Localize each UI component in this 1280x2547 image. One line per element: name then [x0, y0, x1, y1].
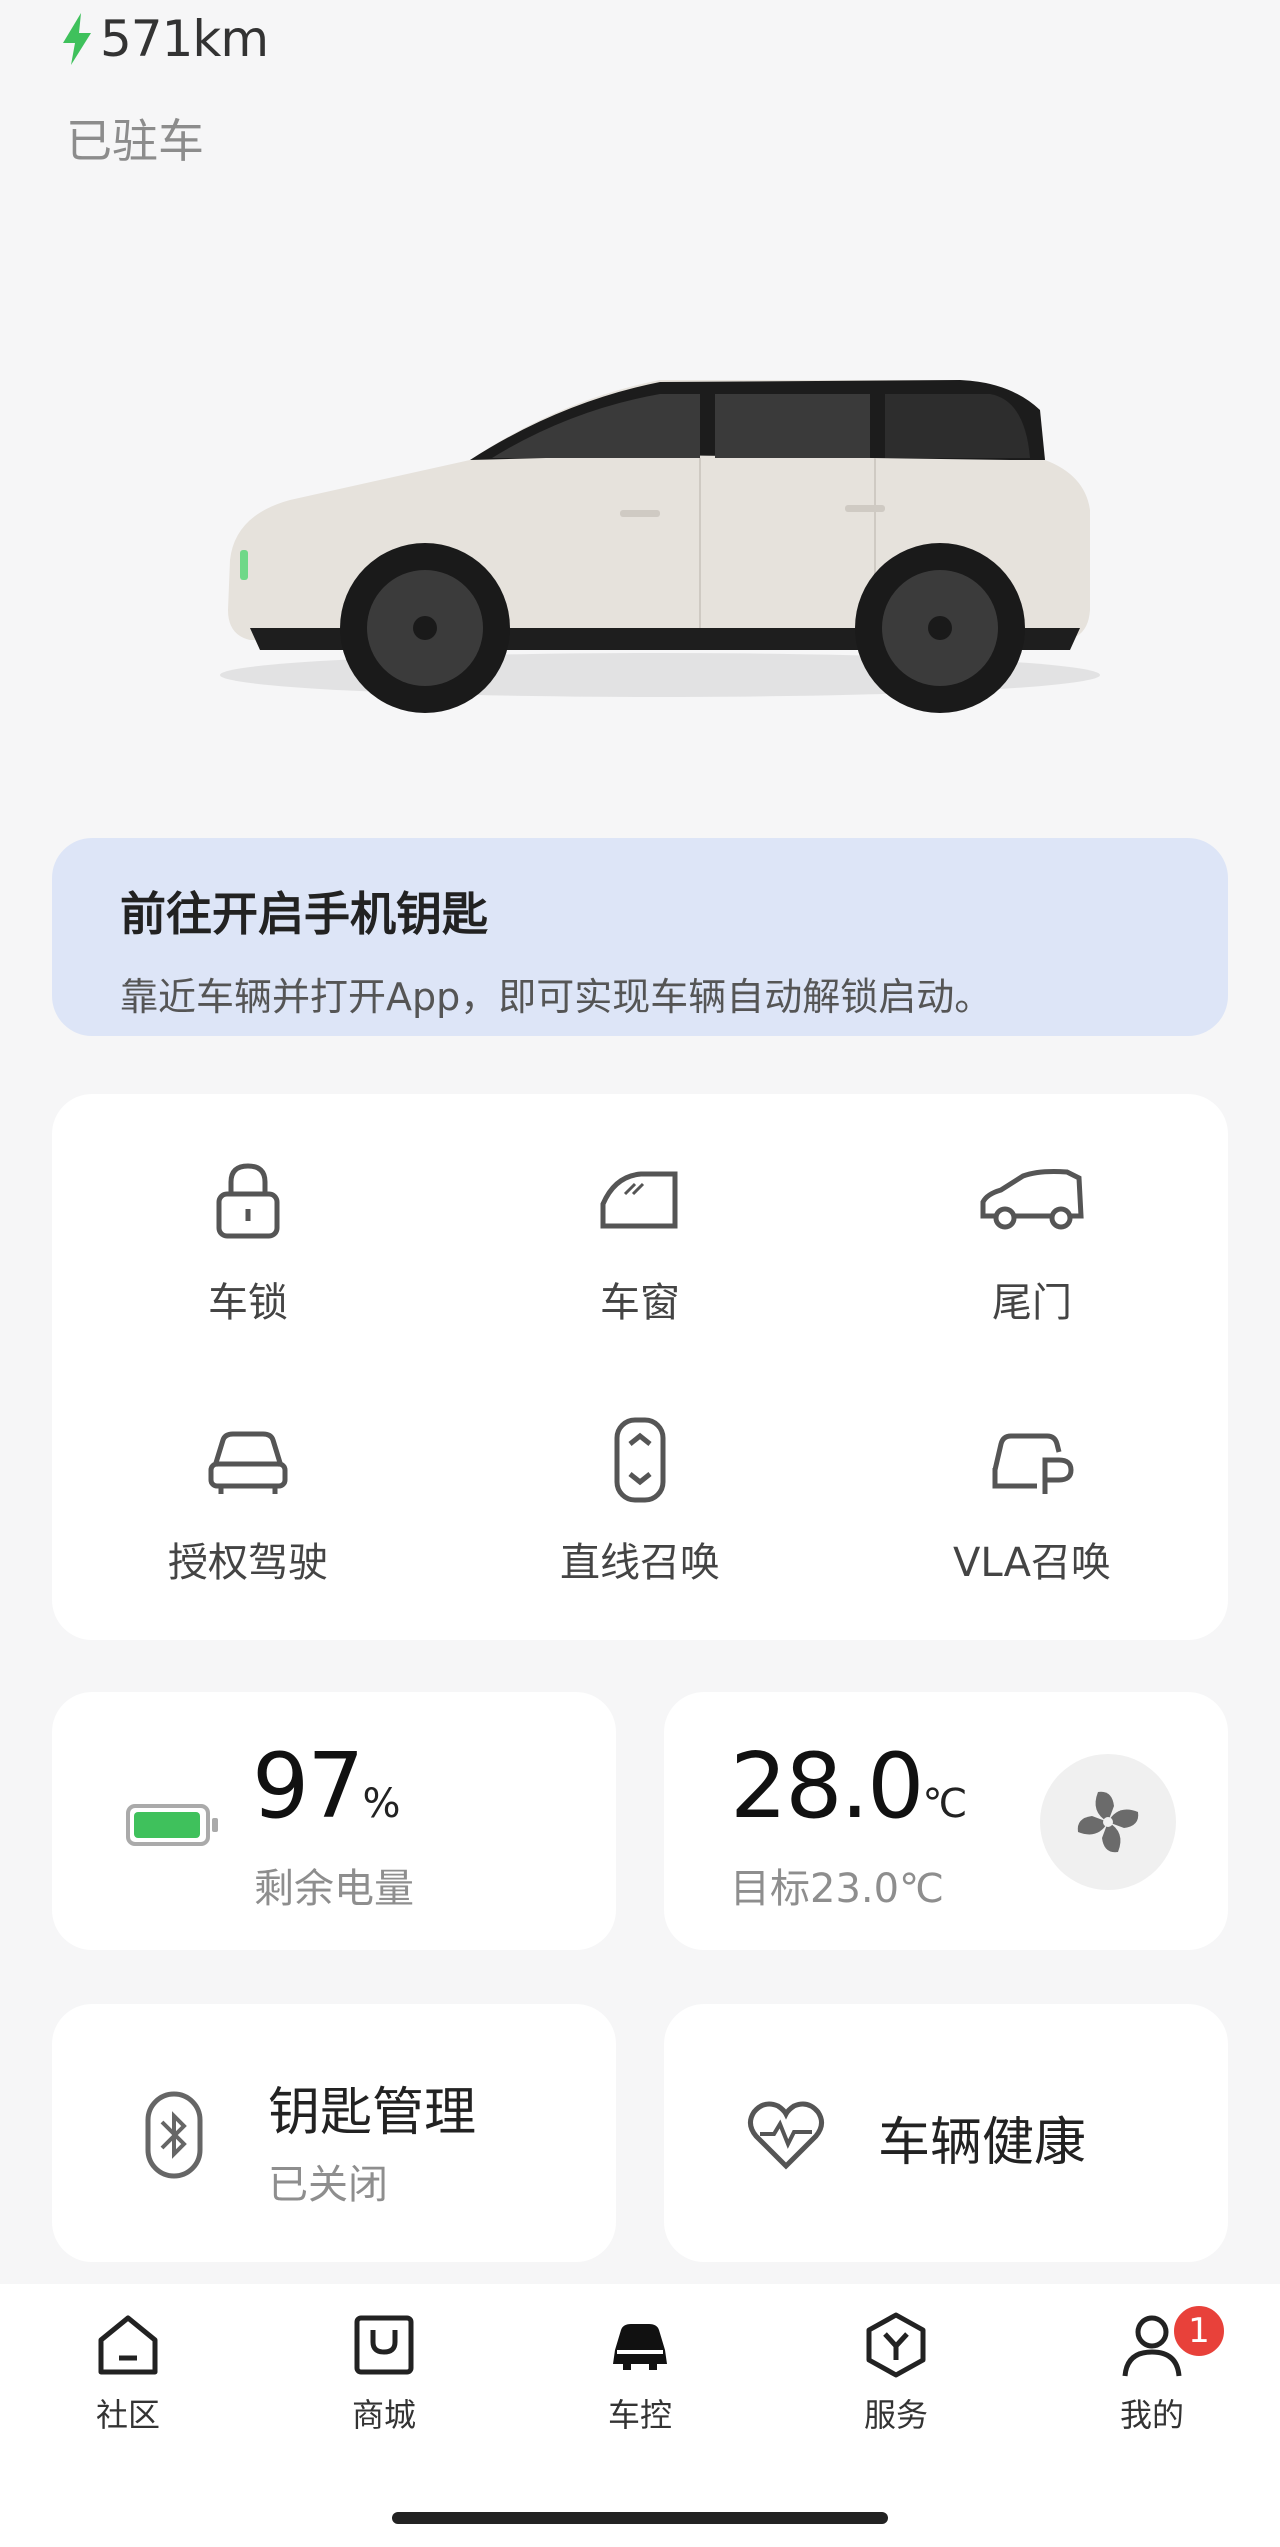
fan-button[interactable]: [1040, 1754, 1176, 1890]
home-indicator[interactable]: [392, 2512, 888, 2524]
tailgate-icon: [980, 1169, 1084, 1230]
control-tailgate[interactable]: 尾门: [836, 1094, 1228, 1354]
parking-status: 已驻车: [66, 114, 204, 168]
tab-label: 车控: [607, 2396, 672, 2434]
control-window[interactable]: 车窗: [444, 1094, 836, 1354]
climate-card[interactable]: 28.0℃ 目标23.0℃: [664, 1692, 1228, 1950]
control-authorized-driving[interactable]: 授权驾驶: [52, 1354, 444, 1614]
control-label: 车锁: [208, 1280, 288, 1326]
key-management-card[interactable]: 钥匙管理 已关闭: [52, 2004, 616, 2262]
control-label: VLA召唤: [953, 1540, 1111, 1586]
tab-mine[interactable]: 1 我的: [1024, 2302, 1280, 2470]
lock-icon: [216, 1163, 280, 1239]
target-temperature: 目标23.0℃: [730, 1866, 944, 1912]
cabin-temperature: 28.0: [730, 1734, 924, 1839]
vehicle-health-title: 车辆健康: [878, 2113, 1087, 2173]
car-icon: [613, 2324, 667, 2370]
battery-percent: 97: [252, 1734, 365, 1839]
vla-summon-icon: [992, 1433, 1074, 1494]
control-label: 直线召唤: [560, 1540, 720, 1586]
tab-mall[interactable]: 商城: [256, 2310, 512, 2470]
battery-label: 剩余电量: [254, 1866, 414, 1912]
key-management-title: 钥匙管理: [268, 2083, 477, 2143]
heart-pulse-icon: [748, 2101, 824, 2170]
summon-icon: [614, 1417, 666, 1503]
vehicle-controls-card: 车锁 车窗 尾门 授权驾驶 直线召唤 VLA召唤: [52, 1094, 1228, 1640]
tab-label: 商城: [351, 2396, 416, 2434]
battery-unit: %: [362, 1781, 401, 1827]
bottom-tab-bar: 社区 商城 车控 服务 1 我的: [0, 2284, 1280, 2547]
vehicle-health-card[interactable]: 车辆健康: [664, 2004, 1228, 2262]
control-straight-summon[interactable]: 直线召唤: [444, 1354, 836, 1614]
home-icon: [98, 2315, 158, 2375]
bluetooth-icon: [145, 2091, 203, 2179]
control-vla-summon[interactable]: VLA召唤: [836, 1354, 1228, 1614]
control-label: 尾门: [992, 1280, 1072, 1326]
shopping-bag-icon: [354, 2315, 414, 2375]
phone-key-title: 前往开启手机钥匙: [120, 887, 488, 941]
window-icon: [600, 1171, 678, 1229]
control-label: 授权驾驶: [168, 1540, 328, 1586]
control-lock[interactable]: 车锁: [52, 1094, 444, 1354]
key-management-status: 已关闭: [268, 2162, 388, 2208]
car-front-icon: [208, 1431, 288, 1494]
battery-icon: [126, 1804, 218, 1846]
range-value: 571km: [100, 10, 269, 68]
range-indicator: 571km: [60, 10, 269, 68]
tab-label: 社区: [95, 2396, 160, 2434]
tab-community[interactable]: 社区: [0, 2310, 256, 2470]
notification-badge: 1: [1170, 2302, 1228, 2360]
phone-key-subtitle: 靠近车辆并打开App，即可实现车辆自动解锁启动。: [120, 975, 993, 1019]
phone-key-banner[interactable]: 前往开启手机钥匙 靠近车辆并打开App，即可实现车辆自动解锁启动。: [52, 838, 1228, 1036]
control-label: 车窗: [600, 1280, 680, 1326]
service-hex-icon: [866, 2312, 926, 2378]
tab-vehicle-control[interactable]: 车控: [512, 2310, 768, 2470]
tab-service[interactable]: 服务: [768, 2310, 1024, 2470]
tab-label: 我的: [1119, 2396, 1184, 2434]
battery-card[interactable]: 97% 剩余电量: [52, 1692, 616, 1950]
charging-bolt-icon: [63, 13, 91, 65]
fan-icon: [1077, 1791, 1139, 1853]
tab-label: 服务: [863, 2396, 928, 2434]
temperature-unit: ℃: [922, 1781, 968, 1827]
car-image: [30, 220, 1250, 820]
